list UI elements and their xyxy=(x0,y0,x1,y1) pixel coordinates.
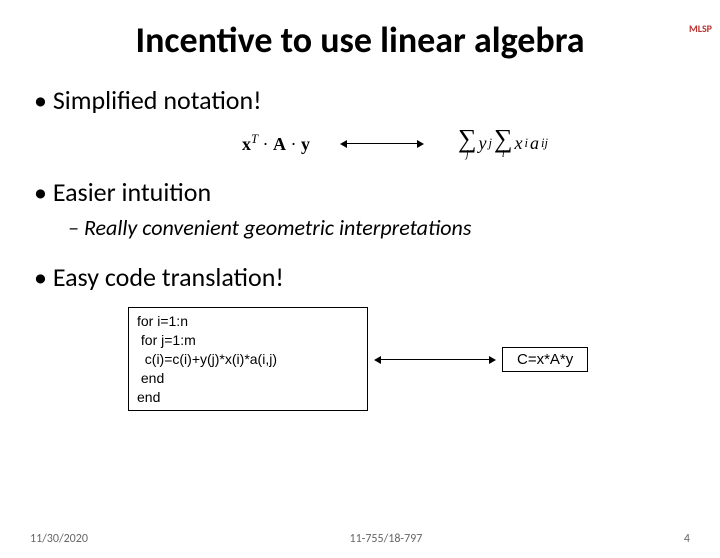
code-loop-box: for i=1:n for j=1:m c(i)=c(i)+y(j)*x(i)*… xyxy=(128,307,368,411)
slide-content: Simplified notation! xT · A · y ∑ j yj ∑… xyxy=(34,84,686,411)
code-vec-box: C=x*A*y xyxy=(502,347,588,372)
bullet-intuition: Easier intuition xyxy=(34,176,686,208)
formula-row: xT · A · y ∑ j yj ∑ i xiaij xyxy=(104,120,686,166)
logo-text: MLSP xyxy=(689,22,712,35)
bullet-code: Easy code translation! xyxy=(34,261,686,293)
formula-rhs: ∑ j yj ∑ i xiaij xyxy=(458,126,548,160)
code-row: for i=1:n for j=1:m c(i)=c(i)+y(j)*x(i)*… xyxy=(128,307,686,411)
footer-date: 11/30/2020 xyxy=(30,532,88,546)
double-arrow-icon xyxy=(346,143,422,144)
logo-badge: MLSP xyxy=(689,22,712,35)
formula-lhs: xT · A · y xyxy=(242,132,310,155)
footer-course: 11-755/18-797 xyxy=(350,532,423,546)
slide-footer: 11/30/2020 11-755/18-797 4 xyxy=(0,532,720,546)
sigma-i-icon: ∑ i xyxy=(494,126,513,160)
double-arrow-icon xyxy=(380,359,490,360)
slide-title: Incentive to use linear algebra xyxy=(0,18,720,62)
bullet-simplified: Simplified notation! xyxy=(34,84,686,116)
sigma-j-icon: ∑ j xyxy=(458,126,477,160)
subbullet-geometric: Really convenient geometric interpretati… xyxy=(68,214,686,241)
footer-page: 4 xyxy=(684,532,690,546)
